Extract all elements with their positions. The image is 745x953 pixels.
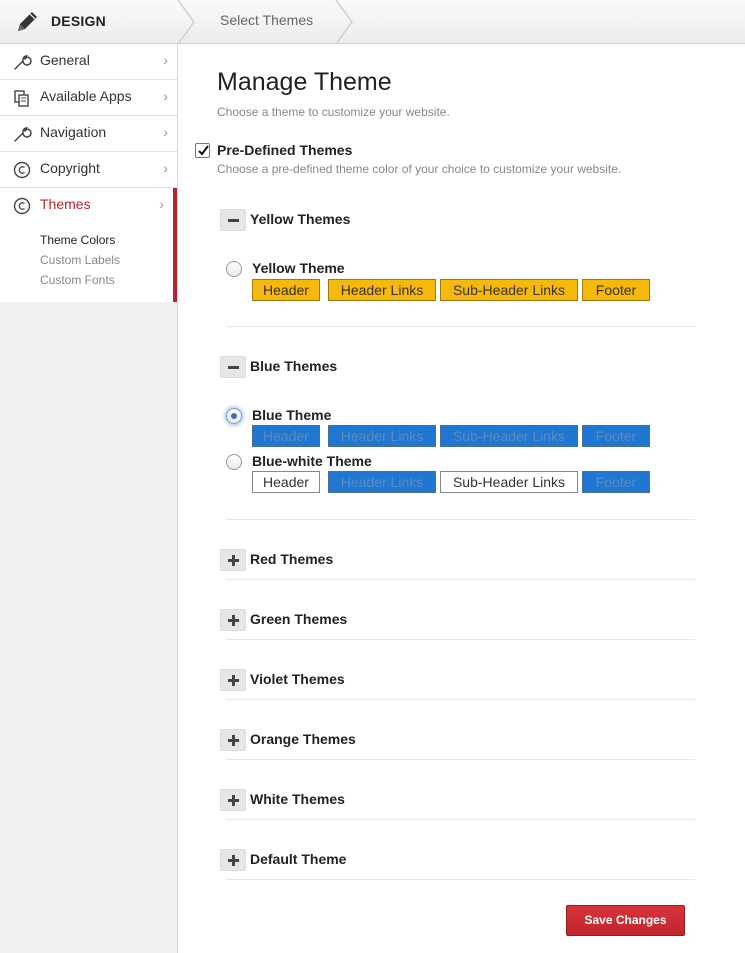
- checkmark-icon: [198, 145, 209, 156]
- breadcrumb[interactable]: Select Themes: [220, 12, 313, 28]
- apps-icon: [12, 88, 32, 108]
- swatch-header: Header: [252, 425, 320, 447]
- theme-name-blue-white: Blue-white Theme: [252, 453, 372, 469]
- sidebar-item-copyright[interactable]: Copyright ›: [0, 152, 177, 188]
- sidebar-item-label: General: [40, 52, 90, 68]
- chevron-right-icon: ›: [163, 52, 168, 68]
- subnav-custom-fonts[interactable]: Custom Fonts: [40, 270, 173, 290]
- divider: [226, 519, 695, 520]
- page-title: Manage Theme: [217, 68, 392, 96]
- radio-blue-theme[interactable]: [226, 408, 242, 424]
- section-title: DESIGN: [51, 13, 106, 29]
- copyright-icon: [12, 160, 32, 180]
- expand-white-themes-button[interactable]: [220, 789, 246, 811]
- expand-default-theme-button[interactable]: [220, 849, 246, 871]
- sidebar-item-general[interactable]: General ›: [0, 44, 177, 80]
- sidebar-themes-block: Themes › Theme Colors Custom Labels Cust…: [0, 188, 177, 302]
- main-content: Manage Theme Choose a theme to customize…: [178, 44, 745, 953]
- sidebar-item-label: Themes: [40, 196, 91, 212]
- expand-green-themes-button[interactable]: [220, 609, 246, 631]
- group-title-blue: Blue Themes: [250, 358, 338, 374]
- sidebar-item-label: Available Apps: [40, 88, 132, 104]
- wrench-icon: [12, 52, 32, 72]
- expand-violet-themes-button[interactable]: [220, 669, 246, 691]
- breadcrumb-separator: [177, 0, 195, 44]
- swatch-footer: Footer: [582, 425, 650, 447]
- top-bar: DESIGN Select Themes: [0, 0, 745, 44]
- group-title-white: White Themes: [250, 791, 345, 807]
- swatch-sub-header-links: Sub-Header Links: [440, 471, 578, 493]
- radio-blue-white-theme[interactable]: [226, 454, 242, 470]
- breadcrumb-separator: [335, 0, 353, 44]
- subnav-custom-labels[interactable]: Custom Labels: [40, 250, 173, 270]
- themes-subnav: Theme Colors Custom Labels Custom Fonts: [0, 224, 173, 302]
- collapse-blue-themes-button[interactable]: [220, 356, 246, 378]
- sidebar-item-label: Copyright: [40, 160, 100, 176]
- minus-icon: [228, 366, 239, 369]
- save-changes-button[interactable]: Save Changes: [566, 905, 685, 936]
- collapse-yellow-themes-button[interactable]: [220, 209, 246, 231]
- sidebar: General › Available Apps › Navigation › …: [0, 44, 178, 953]
- swatch-sub-header-links: Sub-Header Links: [440, 279, 578, 301]
- sidebar-item-themes[interactable]: Themes ›: [0, 188, 173, 224]
- group-title-orange: Orange Themes: [250, 731, 356, 747]
- sidebar-item-navigation[interactable]: Navigation ›: [0, 116, 177, 152]
- expand-red-themes-button[interactable]: [220, 549, 246, 571]
- group-title-default: Default Theme: [250, 851, 347, 867]
- expand-orange-themes-button[interactable]: [220, 729, 246, 751]
- design-tab[interactable]: DESIGN: [0, 0, 178, 43]
- page-subtitle: Choose a theme to customize your website…: [217, 105, 450, 119]
- swatch-header: Header: [252, 279, 320, 301]
- chevron-right-icon: ›: [159, 196, 164, 212]
- chevron-right-icon: ›: [163, 88, 168, 104]
- group-title-violet: Violet Themes: [250, 671, 345, 687]
- predefined-themes-checkbox[interactable]: [195, 143, 210, 158]
- group-title-red: Red Themes: [250, 551, 334, 567]
- divider: [226, 326, 695, 327]
- subnav-theme-colors[interactable]: Theme Colors: [40, 230, 173, 250]
- divider: [226, 639, 695, 640]
- swatch-sub-header-links: Sub-Header Links: [440, 425, 578, 447]
- minus-icon: [228, 219, 239, 222]
- radio-selected-dot: [231, 413, 237, 419]
- chevron-right-icon: ›: [163, 160, 168, 176]
- divider: [226, 759, 695, 760]
- chevron-right-icon: ›: [163, 124, 168, 140]
- predefined-themes-description: Choose a pre-defined theme color of your…: [217, 162, 622, 176]
- swatch-header-links: Header Links: [328, 425, 436, 447]
- swatch-footer: Footer: [582, 471, 650, 493]
- sidebar-item-label: Navigation: [40, 124, 107, 140]
- swatch-header-links: Header Links: [328, 471, 436, 493]
- divider: [226, 879, 695, 880]
- pencil-icon: [14, 9, 40, 35]
- group-title-green: Green Themes: [250, 611, 348, 627]
- theme-name-blue: Blue Theme: [252, 407, 332, 423]
- copyright-icon: [12, 196, 32, 216]
- divider: [226, 579, 695, 580]
- swatch-header-links: Header Links: [328, 279, 436, 301]
- swatch-footer: Footer: [582, 279, 650, 301]
- radio-yellow-theme[interactable]: [226, 261, 242, 277]
- divider: [226, 819, 695, 820]
- group-title-yellow: Yellow Themes: [250, 211, 351, 227]
- wrench-icon: [12, 124, 32, 144]
- theme-name-yellow: Yellow Theme: [252, 260, 345, 276]
- divider: [226, 699, 695, 700]
- swatch-header: Header: [252, 471, 320, 493]
- sidebar-item-available-apps[interactable]: Available Apps ›: [0, 80, 177, 116]
- predefined-themes-label: Pre-Defined Themes: [217, 142, 353, 158]
